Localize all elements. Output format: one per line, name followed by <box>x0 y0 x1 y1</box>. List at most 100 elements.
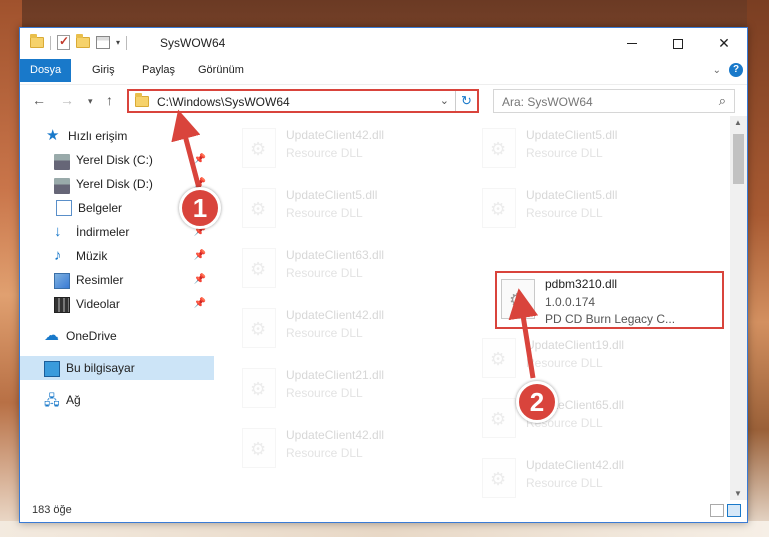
file-name: UpdateClient5.dll <box>286 188 378 202</box>
scrollbar-thumb[interactable] <box>733 134 744 184</box>
maximize-button[interactable] <box>655 28 701 59</box>
forward-arrow-icon[interactable]: → <box>60 92 74 108</box>
sidebar-item-music[interactable]: ♪ Müzik 📌 <box>20 244 214 268</box>
file-item[interactable]: UpdateClient42.dll Resource DLL <box>476 452 706 500</box>
new-folder-icon[interactable] <box>76 34 90 48</box>
chevron-down-icon[interactable]: ⌄ <box>440 94 449 107</box>
step-badge-1: 1 <box>179 187 221 229</box>
minimize-icon <box>627 43 637 44</box>
file-item[interactable]: UpdateClient42.dll Resource DLL <box>236 422 466 476</box>
sidebar-item-label: Hızlı erişim <box>68 129 128 143</box>
tiles-view-icon[interactable] <box>727 504 741 517</box>
dll-file-icon <box>242 128 276 168</box>
file-type: Resource DLL <box>526 206 603 220</box>
tab-view[interactable]: Görünüm <box>188 59 254 82</box>
maximize-icon <box>673 38 683 49</box>
sidebar-item-label: Yerel Disk (C:) <box>76 153 153 167</box>
close-icon: ✕ <box>718 35 730 51</box>
file-name: UpdateClient42.dll <box>526 458 625 472</box>
sidebar-item-label: Bu bilgisayar <box>66 361 135 375</box>
disk-icon <box>54 178 70 194</box>
refresh-icon[interactable]: ↻ <box>455 91 477 111</box>
dll-file-icon <box>482 338 516 378</box>
dll-file-icon <box>242 428 276 468</box>
file-item[interactable]: UpdateClient42.dll Resource DLL <box>236 302 466 356</box>
file-name: UpdateClient42.dll <box>286 308 385 322</box>
file-item[interactable]: UpdateClient63.dll Resource DLL <box>236 242 466 296</box>
cloud-icon: ☁ <box>44 327 59 344</box>
sidebar-item-network[interactable]: 🖧 Ağ <box>20 388 214 412</box>
desktop-wallpaper-bottom <box>0 521 769 537</box>
sidebar-item-label: Yerel Disk (D:) <box>76 177 153 191</box>
star-icon: ★ <box>46 127 60 144</box>
minimize-button[interactable] <box>609 28 655 59</box>
address-bar[interactable]: C:\Windows\SysWOW64 ⌄ ↻ <box>127 89 479 113</box>
dll-file-icon <box>242 248 276 288</box>
explorer-window: ▾ SysWOW64 ✕ Dosya Giriş Paylaş Görünüm … <box>19 27 748 523</box>
chevron-down-icon[interactable]: ▾ <box>116 38 120 47</box>
file-item[interactable]: UpdateClient42.dll Resource DLL <box>236 122 466 176</box>
file-type: Resource DLL <box>526 146 603 160</box>
sidebar-item-quick-access[interactable]: ★ Hızlı erişim <box>20 124 214 148</box>
title-bar: ▾ SysWOW64 ✕ <box>20 28 747 59</box>
document-icon <box>56 200 72 216</box>
details-view-icon[interactable] <box>710 504 724 517</box>
up-arrow-icon[interactable]: ↑ <box>106 92 113 108</box>
file-version: 1.0.0.174 <box>545 295 596 309</box>
recent-locations-icon[interactable]: ▾ <box>88 96 93 107</box>
customize-toolbar-icon[interactable] <box>96 36 110 49</box>
help-icon[interactable]: ? <box>729 63 743 77</box>
sidebar-item-local-disk-c[interactable]: Yerel Disk (C:) 📌 <box>20 148 214 172</box>
file-item[interactable]: UpdateClient65.dll Resource DLL <box>476 392 706 446</box>
scroll-down-icon[interactable]: ▼ <box>734 489 742 498</box>
file-item[interactable]: UpdateClient19.dll Resource DLL <box>476 332 706 386</box>
network-icon: 🖧 <box>44 392 60 408</box>
step-badge-2: 2 <box>516 381 558 423</box>
scroll-up-icon[interactable]: ▲ <box>734 118 742 127</box>
divider <box>126 35 128 50</box>
file-list: UpdateClient42.dll Resource DLL UpdateCl… <box>214 116 730 500</box>
file-name: pdbm3210.dll <box>545 277 618 291</box>
sidebar-item-videos[interactable]: Videolar 📌 <box>20 292 214 316</box>
folder-icon[interactable] <box>30 34 44 48</box>
expand-ribbon-icon[interactable]: ⌄ <box>713 65 721 76</box>
sidebar-item-label: Resimler <box>76 273 124 287</box>
sidebar-item-downloads[interactable]: ↓ İndirmeler 📌 <box>20 220 214 244</box>
file-name: UpdateClient63.dll <box>286 248 385 262</box>
window-title: SysWOW64 <box>160 36 226 50</box>
file-type: Resource DLL <box>286 146 363 160</box>
dll-file-icon <box>501 279 535 319</box>
properties-check-icon[interactable] <box>57 34 70 50</box>
pin-icon[interactable]: 📌 <box>194 154 206 165</box>
pin-icon[interactable]: 📌 <box>194 298 206 309</box>
address-path[interactable]: C:\Windows\SysWOW64 <box>157 95 290 109</box>
dll-file-icon <box>242 368 276 408</box>
tab-home[interactable]: Giriş <box>82 59 125 82</box>
back-arrow-icon[interactable]: ← <box>32 92 46 108</box>
sidebar-item-pictures[interactable]: Resimler 📌 <box>20 268 214 292</box>
file-item[interactable]: UpdateClient5.dll Resource DLL <box>476 182 706 236</box>
navigation-bar: ← → ▾ ↑ C:\Windows\SysWOW64 ⌄ ↻ Ara: Sys… <box>20 84 747 116</box>
search-icon[interactable]: ⌕ <box>719 93 726 109</box>
file-item[interactable]: UpdateClient5.dll Resource DLL <box>236 182 466 236</box>
download-icon: ↓ <box>54 223 62 240</box>
file-item[interactable]: UpdateClient21.dll Resource DLL <box>236 362 466 416</box>
quick-access-toolbar: ▾ <box>30 34 128 50</box>
file-name: UpdateClient19.dll <box>526 338 625 352</box>
search-input[interactable]: Ara: SysWOW64 ⌕ <box>493 89 735 113</box>
file-item[interactable]: UpdateClient5.dll Resource DLL <box>476 122 706 176</box>
sidebar-item-onedrive[interactable]: ☁ OneDrive <box>20 324 214 348</box>
file-name: UpdateClient42.dll <box>286 128 385 142</box>
close-button[interactable]: ✕ <box>701 28 747 59</box>
file-item-pdbm3210[interactable]: pdbm3210.dll 1.0.0.174 PD CD Burn Legacy… <box>495 271 724 329</box>
tab-file[interactable]: Dosya <box>20 59 72 82</box>
dll-file-icon <box>482 458 516 498</box>
dll-file-icon <box>482 398 516 438</box>
music-icon: ♪ <box>54 247 62 264</box>
tab-share[interactable]: Paylaş <box>132 59 185 82</box>
vertical-scrollbar[interactable]: ▲ ▼ <box>730 116 747 500</box>
sidebar-item-this-pc[interactable]: Bu bilgisayar <box>20 356 214 380</box>
pin-icon[interactable]: 📌 <box>194 274 206 285</box>
pin-icon[interactable]: 📌 <box>194 250 206 261</box>
dll-file-icon <box>482 188 516 228</box>
